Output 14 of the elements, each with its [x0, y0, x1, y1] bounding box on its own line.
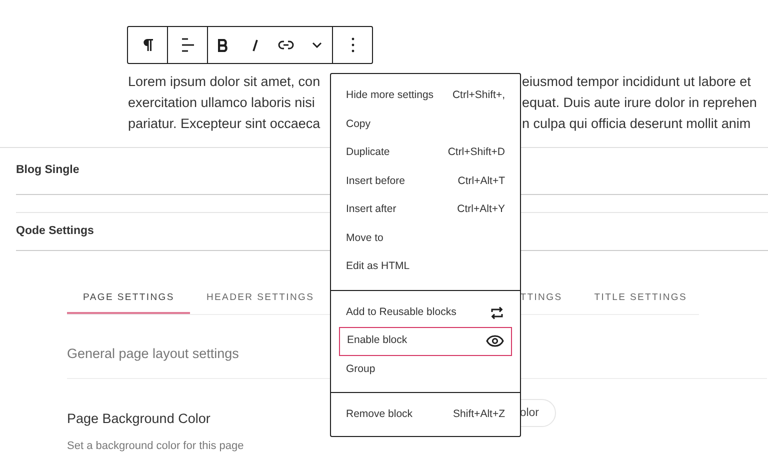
field-description: Set a background color for this page [67, 438, 244, 454]
shortcut-text: Shift+Alt+Z [453, 407, 505, 422]
paragraph-text: eiusmod tempor incididunt ut labore et [522, 74, 751, 89]
shortcut-text: Ctrl+Shift+, [452, 88, 505, 104]
shortcut-text: Ctrl+Alt+T [458, 174, 505, 189]
paragraph-text: Lorem ipsum dolor sit amet, con [128, 74, 320, 89]
paragraph-text: n culpa qui officia deserunt mollit anim [522, 116, 751, 131]
field-label: Page Background Color [67, 410, 210, 428]
shortcut-text: Ctrl+Shift+D [448, 145, 505, 160]
paragraph-text: pariatur. Excepteur sint occaeca [128, 116, 320, 131]
shortcut-text: Ctrl+Alt+Y [457, 202, 505, 218]
section-title: General page layout settings [67, 345, 239, 364]
paragraph-text: exercitation ullamco laboris nisi [128, 95, 315, 110]
paragraph-text: equat. Duis aute irure dolor in reprehen [522, 95, 757, 110]
